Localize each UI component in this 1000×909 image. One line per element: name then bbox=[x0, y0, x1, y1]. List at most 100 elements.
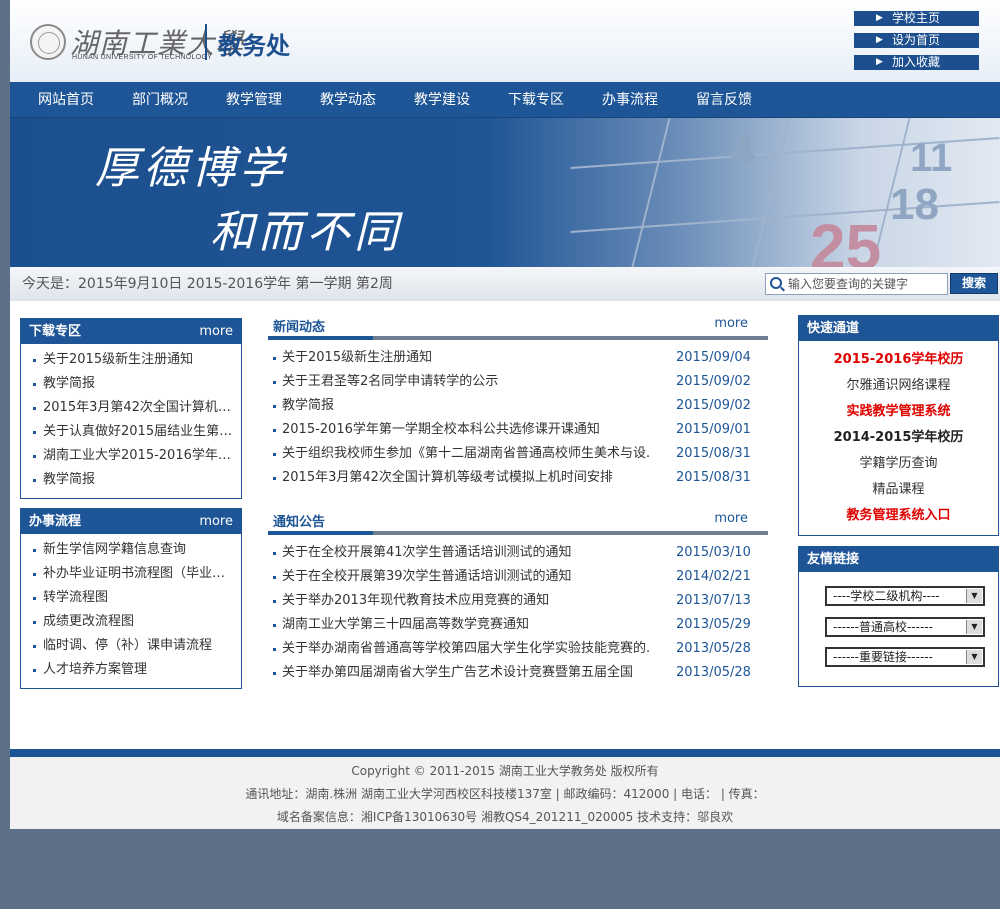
quick-link[interactable]: 精品课程 bbox=[799, 477, 998, 503]
notices-more-link[interactable]: more bbox=[714, 511, 748, 526]
news-list: 关于2015级新生注册通知 2015/09/04 关于王君圣等2名同学申请转学的公… bbox=[268, 346, 768, 490]
nav-home[interactable]: 网站首页 bbox=[38, 82, 94, 118]
chevron-down-icon: ▼ bbox=[966, 589, 982, 603]
news-item[interactable]: 2015-2016学年第一学期全校本科公共选修课开课通知 2015/09/01 bbox=[268, 418, 768, 442]
nav-teaching-management[interactable]: 教学管理 bbox=[226, 82, 282, 118]
procedures-header: 办事流程 more bbox=[21, 509, 241, 534]
nav-teaching-construction[interactable]: 教学建设 bbox=[414, 82, 470, 118]
downloads-box: 下载专区 more 关于2015级新生注册通知 教学简报 2015年3月第42次… bbox=[20, 318, 242, 499]
quick-access-header: 快速通道 bbox=[799, 316, 998, 341]
chevron-down-icon: ▼ bbox=[966, 620, 982, 634]
nav-downloads[interactable]: 下载专区 bbox=[508, 82, 564, 118]
news-item-title: 关于2015级新生注册通知 bbox=[282, 350, 433, 365]
downloads-more-link[interactable]: more bbox=[199, 319, 233, 345]
list-item[interactable]: 关于2015级新生注册通知 bbox=[27, 348, 234, 372]
logo-divider bbox=[205, 24, 207, 60]
banner: 11 18 25 4 厚德博学 和而不同 bbox=[10, 118, 1000, 267]
procedures-title: 办事流程 bbox=[29, 514, 82, 529]
quick-link[interactable]: 2015-2016学年校历 bbox=[799, 347, 998, 373]
friendly-links-box: 友情链接 ----学校二级机构---- ▼ ------普通高校------ ▼ -… bbox=[798, 546, 999, 687]
footer: Copyright © 2011-2015 湖南工业大学教务处 版权所有 通讯地… bbox=[10, 757, 1000, 829]
set-homepage-link[interactable]: ▶ 设为首页 bbox=[854, 33, 979, 48]
notice-item-title: 关于举办第四届湖南省大学生广告艺术设计竞赛暨第五届全国 bbox=[282, 665, 634, 680]
footer-icp: 域名备案信息：湘ICP备13010630号 湘教QS4_201211_02000… bbox=[276, 810, 734, 824]
notice-item-date: 2013/05/29 bbox=[676, 617, 751, 632]
school-home-link[interactable]: ▶ 学校主页 bbox=[854, 11, 979, 26]
list-item[interactable]: 教学简报 bbox=[27, 372, 234, 396]
slogan-line-1: 厚德博学 bbox=[95, 143, 287, 194]
notice-item[interactable]: 关于举办湖南省普通高等学校第四届大学生化学实验技能竞赛的. 2013/05/28 bbox=[268, 637, 768, 661]
list-item[interactable]: 补办毕业证明书流程图（毕业证遗失） bbox=[27, 562, 234, 586]
procedures-more-link[interactable]: more bbox=[199, 509, 233, 535]
notice-item-title: 湖南工业大学第三十四届高等数学竞赛通知 bbox=[282, 617, 530, 632]
top-links: ▶ 学校主页 ▶ 设为首页 ▶ 加入收藏 bbox=[854, 11, 979, 77]
quick-link[interactable]: 实践教学管理系统 bbox=[799, 399, 998, 425]
downloads-title: 下载专区 bbox=[29, 324, 82, 339]
news-item[interactable]: 关于2015级新生注册通知 2015/09/04 bbox=[268, 346, 768, 370]
quick-link[interactable]: 2014-2015学年校历 bbox=[799, 425, 998, 451]
news-item-date: 2015/08/31 bbox=[676, 470, 751, 485]
list-item[interactable]: 新生学信网学籍信息查询 bbox=[27, 538, 234, 562]
news-title: 新闻动态 bbox=[273, 320, 326, 335]
nav-about[interactable]: 部门概况 bbox=[132, 82, 188, 118]
downloads-header: 下载专区 more bbox=[21, 319, 241, 344]
notice-item[interactable]: 湖南工业大学第三十四届高等数学竞赛通知 2013/05/29 bbox=[268, 613, 768, 637]
notice-item[interactable]: 关于在全校开展第39次学生普通话培训测试的通知 2014/02/21 bbox=[268, 565, 768, 589]
select-important-links[interactable]: ------重要链接------ ▼ bbox=[825, 647, 985, 667]
notices-list: 关于在全校开展第41次学生普通话培训测试的通知 2015/03/10 关于在全校开… bbox=[268, 541, 768, 685]
news-item-date: 2015/09/02 bbox=[676, 398, 751, 413]
calendar-number: 25 bbox=[810, 211, 882, 267]
news-item[interactable]: 教学简报 2015/09/02 bbox=[268, 394, 768, 418]
procedures-box: 办事流程 more 新生学信网学籍信息查询 补办毕业证明书流程图（毕业证遗失） … bbox=[20, 508, 242, 689]
section-divider bbox=[268, 531, 768, 535]
news-item-date: 2015/09/02 bbox=[676, 374, 751, 389]
chevron-down-icon: ▼ bbox=[966, 650, 982, 664]
select-departments[interactable]: ----学校二级机构---- ▼ bbox=[825, 586, 985, 606]
news-item[interactable]: 2015年3月第42次全国计算机等级考试模拟上机时间安排 2015/08/31 bbox=[268, 466, 768, 490]
notice-item-date: 2014/02/21 bbox=[676, 569, 751, 584]
quick-link[interactable]: 尔雅通识网络课程 bbox=[799, 373, 998, 399]
list-item[interactable]: 2015年3月第42次全国计算机等级考试模拟上机时间安排 bbox=[27, 396, 234, 420]
notice-item-title: 关于在全校开展第39次学生普通话培训测试的通知 bbox=[282, 569, 572, 584]
quick-link[interactable]: 学籍学历查询 bbox=[799, 451, 998, 477]
nav-teaching-news[interactable]: 教学动态 bbox=[320, 82, 376, 118]
notice-item[interactable]: 关于举办第四届湖南省大学生广告艺术设计竞赛暨第五届全国 2013/05/28 bbox=[268, 661, 768, 685]
list-item[interactable]: 临时调、停（补）课申请流程 bbox=[27, 634, 234, 658]
page: 湖南工業大學 HUNAN UNIVERSITY OF TECHNOLOGY 教务… bbox=[10, 0, 1000, 829]
news-section-header: 新闻动态 more bbox=[268, 316, 768, 342]
search-button[interactable]: 搜索 bbox=[950, 273, 998, 294]
list-item[interactable]: 关于认真做好2015届结业生第一次返校考试工作的通知 bbox=[27, 420, 234, 444]
news-item[interactable]: 关于组织我校师生参加《第十二届湖南省普通高校师生美术与设. 2015/08/31 bbox=[268, 442, 768, 466]
search-input[interactable] bbox=[788, 275, 943, 293]
slogan-line-2: 和而不同 bbox=[210, 207, 402, 258]
list-item[interactable]: 湖南工业大学2015-2016学年第一学期校历 bbox=[27, 444, 234, 468]
info-bar: 今天是：2015年9月10日 2015-2016学年 第一学期 第2周 搜索 bbox=[10, 267, 1000, 301]
list-item[interactable]: 成绩更改流程图 bbox=[27, 610, 234, 634]
quick-link[interactable]: 教务管理系统入口 bbox=[799, 503, 998, 529]
notices-title: 通知公告 bbox=[273, 515, 326, 530]
section-divider bbox=[268, 336, 768, 340]
nav-feedback[interactable]: 留言反馈 bbox=[696, 82, 752, 118]
add-favorite-link[interactable]: ▶ 加入收藏 bbox=[854, 55, 979, 70]
notice-item[interactable]: 关于在全校开展第41次学生普通话培训测试的通知 2015/03/10 bbox=[268, 541, 768, 565]
quick-access-box: 快速通道 2015-2016学年校历 尔雅通识网络课程 实践教学管理系统 201… bbox=[798, 315, 999, 536]
news-item-title: 2015年3月第42次全国计算机等级考试模拟上机时间安排 bbox=[282, 470, 613, 485]
calendar-number: 11 bbox=[910, 136, 953, 180]
search-icon bbox=[770, 277, 782, 289]
news-item-date: 2015/09/01 bbox=[676, 422, 751, 437]
quick-access-title: 快速通道 bbox=[807, 321, 860, 336]
news-more-link[interactable]: more bbox=[714, 316, 748, 331]
list-item[interactable]: 转学流程图 bbox=[27, 586, 234, 610]
news-item-title: 关于王君圣等2名同学申请转学的公示 bbox=[282, 374, 499, 389]
notice-item[interactable]: 关于举办2013年现代教育技术应用竞赛的通知 2013/07/13 bbox=[268, 589, 768, 613]
footer-bar bbox=[10, 749, 1000, 757]
select-universities[interactable]: ------普通高校------ ▼ bbox=[825, 617, 985, 637]
notice-item-title: 关于在全校开展第41次学生普通话培训测试的通知 bbox=[282, 545, 572, 560]
list-item[interactable]: 人才培养方案管理 bbox=[27, 658, 234, 682]
calendar-grid-line bbox=[751, 118, 791, 267]
notice-item-title: 关于举办湖南省普通高等学校第四届大学生化学实验技能竞赛的. bbox=[282, 641, 651, 656]
news-item[interactable]: 关于王君圣等2名同学申请转学的公示 2015/09/02 bbox=[268, 370, 768, 394]
list-item[interactable]: 教学简报 bbox=[27, 468, 234, 492]
arrow-right-icon: ▶ bbox=[876, 57, 883, 67]
nav-procedures[interactable]: 办事流程 bbox=[602, 82, 658, 118]
